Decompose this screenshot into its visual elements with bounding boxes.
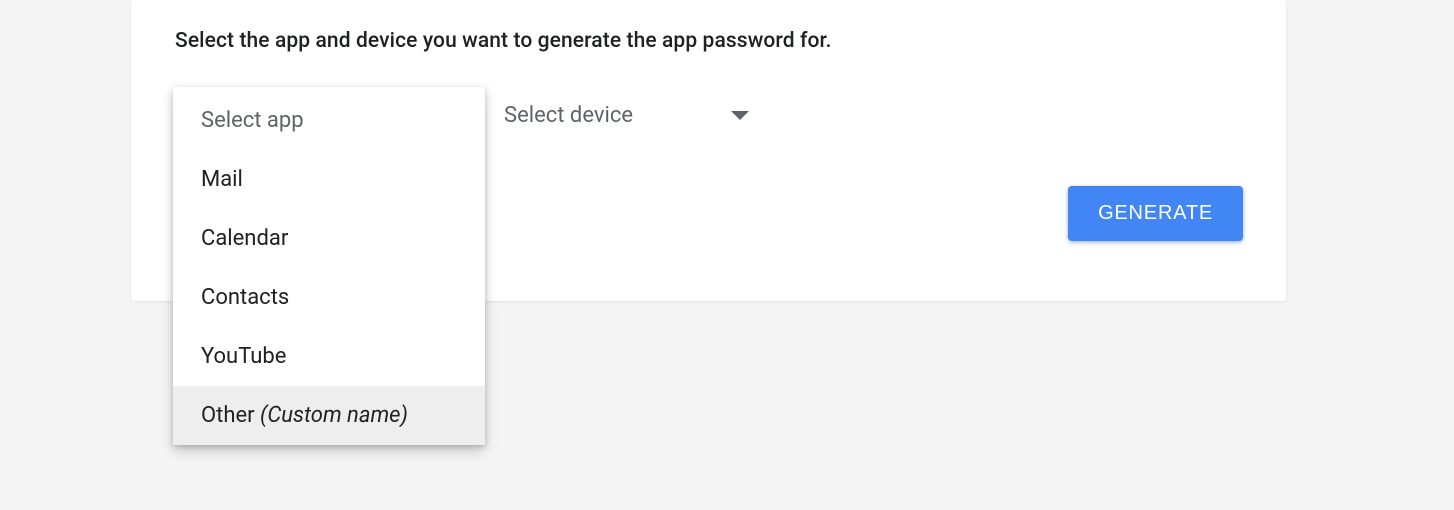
app-option-suffix: (Custom name) (260, 403, 408, 428)
app-option-mail[interactable]: Mail (173, 150, 485, 209)
app-select-dropdown[interactable]: Select app Mail Calendar Contacts YouTub… (173, 87, 485, 445)
app-select-placeholder: Select app (173, 91, 485, 150)
app-option-calendar[interactable]: Calendar (173, 209, 485, 268)
app-option-label: YouTube (201, 344, 286, 369)
generate-button[interactable]: GENERATE (1068, 186, 1243, 241)
app-option-label: Contacts (201, 285, 289, 310)
app-option-other[interactable]: Other (Custom name) (173, 386, 485, 445)
app-option-contacts[interactable]: Contacts (173, 268, 485, 327)
app-option-label: Calendar (201, 226, 288, 251)
chevron-down-icon (731, 111, 749, 120)
app-option-label: Mail (201, 167, 243, 192)
device-select[interactable]: Select device (504, 103, 749, 128)
instruction-text: Select the app and device you want to ge… (175, 29, 832, 53)
device-select-placeholder: Select device (504, 103, 633, 128)
app-option-label: Other (201, 403, 260, 428)
app-option-youtube[interactable]: YouTube (173, 327, 485, 386)
